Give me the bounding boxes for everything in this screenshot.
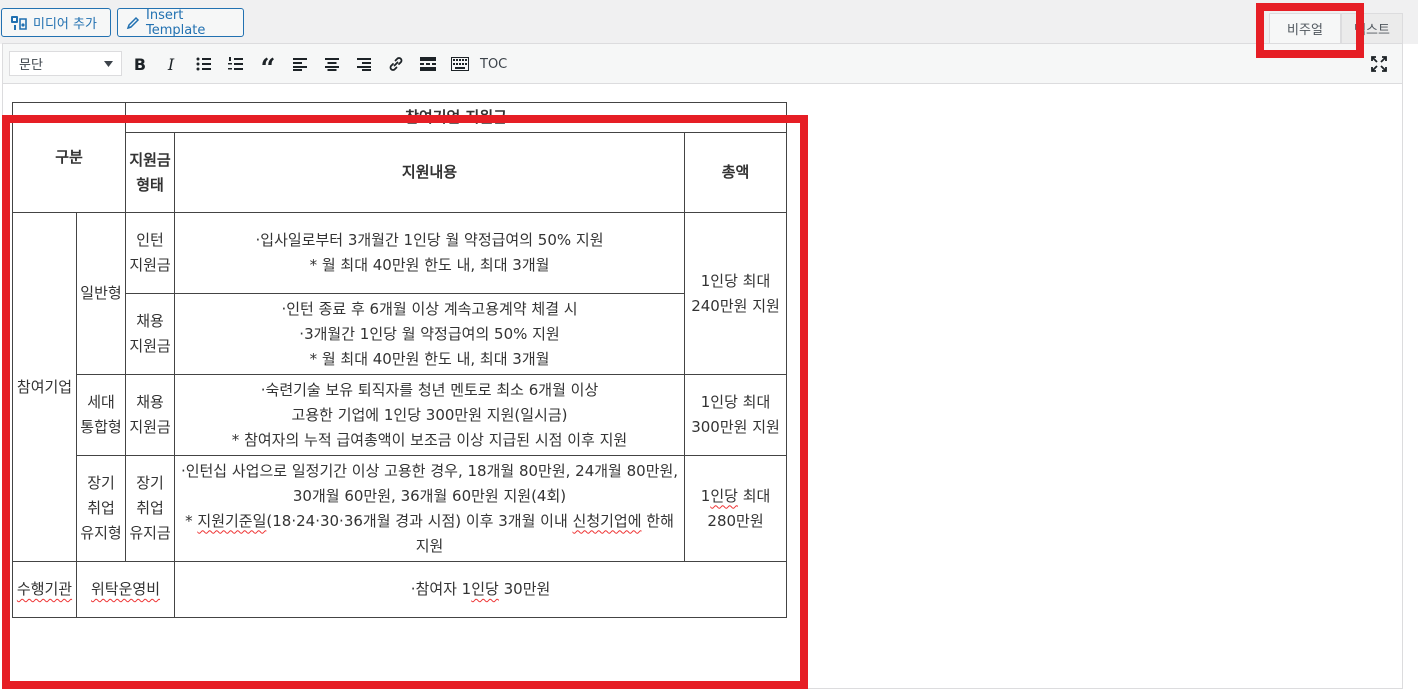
pencil-icon (126, 16, 140, 29)
bullet-list-icon (196, 57, 211, 71)
table-row: 장기 취업 유지형 장기 취업 유지금 ·인턴십 사업으로 일정기간 이상 고용… (13, 455, 788, 562)
support-table: 구분 참여기업 지원금 지원금 형태 지원내용 총액 참여기업 일반형 인턴 지… (11, 102, 788, 618)
hire-content-line: ·인턴 종료 후 6개월 이상 계속고용계약 체결 시 (281, 299, 578, 318)
add-media-button[interactable]: 미디어 추가 (1, 8, 111, 37)
bullet-list-button[interactable] (192, 53, 216, 75)
intergen-content-line: 고용한 기업에 1인당 300만원 지원(일시금) (291, 405, 568, 424)
numbered-list-icon (228, 57, 243, 70)
header-group[interactable]: 참여기업 지원금 (125, 102, 788, 133)
spellcheck-span: 위탁운영비 (91, 580, 161, 598)
read-more-button[interactable] (416, 53, 440, 75)
italic-icon: I (167, 54, 175, 74)
insert-template-label: Insert Template (146, 7, 206, 38)
add-media-icon (11, 16, 27, 30)
intern-content-line: ·입사일로부터 3개월간 1인당 월 약정급여의 50% 지원 (255, 231, 604, 249)
intergen-content-line: ·숙련기술 보유 퇴직자를 청년 멘토로 최소 6개월 이상 (260, 380, 599, 399)
add-media-label: 미디어 추가 (33, 17, 97, 32)
align-left-button[interactable] (288, 53, 312, 75)
spellcheck-span: 지원기준일 (197, 511, 267, 530)
longterm-support-cell[interactable]: 장기 취업 유지금 (125, 455, 176, 562)
text-span: ·참여자 1 (410, 580, 472, 598)
toolbar-toggle-icon (451, 57, 469, 71)
intern-content-line: * 월 최대 40만원 한도 내, 최대 3개월 (309, 256, 550, 274)
text-span: 1 (700, 486, 711, 505)
header-division[interactable]: 구분 (11, 102, 127, 213)
editor-toolbar: 문단 B I “ TOC (3, 44, 1402, 84)
tab-visual-label: 비주얼 (1287, 23, 1323, 38)
tab-text-label: 텍스트 (1354, 23, 1390, 38)
header-total[interactable]: 총액 (684, 132, 788, 213)
toc-label: TOC (480, 56, 508, 72)
intergen-content-cell[interactable]: ·숙련기술 보유 퇴직자를 청년 멘토로 최소 6개월 이상고용한 기업에 1인… (174, 374, 686, 456)
table-row: 채용 지원금 ·인턴 종료 후 6개월 이상 계속고용계약 체결 시 ·3개월간 … (13, 293, 787, 375)
entrust-cell[interactable]: 위탁운영비 (75, 561, 176, 618)
spellcheck-span: 인당 (710, 486, 738, 505)
tab-visual[interactable]: 비주얼 (1269, 13, 1341, 43)
agency-content-cell[interactable]: ·참여자 1인당 30만원 (174, 561, 788, 618)
format-select-value: 문단 (19, 58, 43, 73)
text-span: * (185, 511, 198, 530)
longterm-total-cell[interactable]: 1인당 최대 280만원 (684, 455, 788, 562)
spellcheck-span: 신청기업에 (572, 511, 642, 530)
intern-support-cell[interactable]: 인턴 지원금 (125, 212, 176, 294)
header-content[interactable]: 지원내용 (174, 132, 686, 213)
text-span: (18·24·30·36개월 경과 시점) 이후 3개월 이내 (266, 511, 573, 530)
hire-support-cell[interactable]: 채용 지원금 (125, 293, 176, 375)
agency-cell[interactable]: 수행기관 (12, 561, 77, 618)
insert-template-button[interactable]: Insert Template (117, 7, 244, 38)
general-total-cell[interactable]: 1인당 최대 240만원 지원 (684, 212, 788, 375)
bold-icon: B (133, 54, 147, 74)
company-cell[interactable]: 참여기업 (12, 212, 77, 562)
intergen-total-cell[interactable]: 1인당 최대 300만원 지원 (684, 374, 788, 456)
longterm-content-line: * 지원기준일(18·24·30·36개월 경과 시점) 이후 3개월 이내 신… (178, 509, 681, 559)
text-span: 30만원 (498, 580, 551, 598)
hire-content-line: * 월 최대 40만원 한도 내, 최대 3개월 (309, 349, 550, 368)
fullscreen-icon (1371, 56, 1387, 72)
tab-text[interactable]: 텍스트 (1341, 13, 1403, 43)
longterm-content-line: ·인턴십 사업으로 일정기간 이상 고용한 경우, 18개월 80만원, 24개… (180, 461, 679, 505)
table-row: 세대 통합형 채용 지원금 ·숙련기술 보유 퇴직자를 청년 멘토로 최소 6개… (13, 374, 788, 456)
link-icon (389, 57, 403, 71)
hire-content-line: ·3개월간 1인당 월 약정급여의 50% 지원 (299, 324, 560, 343)
longterm-cell[interactable]: 장기 취업 유지형 (75, 455, 127, 562)
link-button[interactable] (384, 53, 408, 75)
intergen-cell[interactable]: 세대 통합형 (75, 374, 127, 456)
general-cell[interactable]: 일반형 (75, 212, 127, 375)
editor-top-bar: 미디어 추가 Insert Template 비주얼 텍스트 (0, 0, 1418, 44)
align-right-icon (357, 58, 371, 71)
spellcheck-span: 인당 (471, 580, 499, 598)
read-more-icon (420, 57, 436, 71)
align-center-icon (325, 58, 339, 71)
intergen-support-cell[interactable]: 채용 지원금 (125, 374, 176, 456)
longterm-content-cell[interactable]: ·인턴십 사업으로 일정기간 이상 고용한 경우, 18개월 80만원, 24개… (174, 455, 686, 562)
blockquote-icon: “ (260, 54, 276, 84)
hire-content-cell[interactable]: ·인턴 종료 후 6개월 이상 계속고용계약 체결 시 ·3개월간 1인당 월 약… (174, 293, 686, 375)
table-row: 참여기업 일반형 인턴 지원금 ·입사일로부터 3개월간 1인당 월 약정급여의… (12, 212, 788, 562)
toc-button[interactable]: TOC (480, 53, 507, 75)
intergen-content-line: * 참여자의 누적 급여총액이 보조금 이상 지급된 시점 이후 지원 (231, 430, 628, 449)
spellcheck-span: 수행기관 (16, 580, 73, 598)
blockquote-button[interactable]: “ (256, 53, 280, 82)
align-center-button[interactable] (320, 53, 344, 75)
numbered-list-button[interactable] (224, 53, 248, 75)
chevron-down-icon (104, 60, 113, 67)
intern-content-cell[interactable]: ·입사일로부터 3개월간 1인당 월 약정급여의 50% 지원 * 월 최대 40… (174, 212, 686, 294)
toolbar-toggle-button[interactable] (448, 53, 472, 75)
align-left-icon (293, 58, 307, 71)
italic-button[interactable]: I (159, 53, 183, 75)
align-right-button[interactable] (352, 53, 376, 75)
bold-button[interactable]: B (128, 53, 152, 75)
format-select[interactable]: 문단 (9, 51, 122, 76)
table-row: 지원금 형태 지원내용 총액 (13, 132, 788, 213)
table-row: 수행기관 위탁운영비 ·참여자 1인당 30만원 (12, 561, 788, 618)
fullscreen-button[interactable] (1368, 53, 1390, 75)
table-row: 구분 참여기업 지원금 (11, 102, 788, 213)
header-type[interactable]: 지원금 형태 (125, 132, 176, 213)
